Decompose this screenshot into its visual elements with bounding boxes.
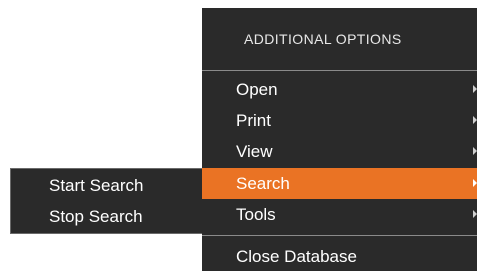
submenu-arrow-icon [473,147,477,155]
menu-item-label: Open [236,80,278,99]
menu-item-search[interactable]: Search [202,168,477,199]
submenu-item-label: Start Search [49,176,144,195]
submenu-item-stop-search[interactable]: Stop Search [11,202,202,232]
submenu-arrow-icon [473,210,477,218]
menu-divider-top [202,70,477,71]
menu-item-tools[interactable]: Tools [202,199,477,230]
submenu-arrow-icon [473,116,477,124]
menu-header: ADDITIONAL OPTIONS [244,31,402,47]
menu-stage: Start Search Stop Search ADDITIONAL OPTI… [0,0,477,271]
submenu-item-start-search[interactable]: Start Search [11,171,202,201]
menu-item-open[interactable]: Open [202,74,477,105]
additional-options-menu: ADDITIONAL OPTIONS Open Print View Searc… [202,8,477,271]
menu-item-print[interactable]: Print [202,105,477,136]
menu-item-label: Search [236,174,290,193]
search-submenu: Start Search Stop Search [10,168,202,234]
menu-item-view[interactable]: View [202,136,477,167]
menu-item-label: View [236,142,273,161]
menu-divider-bottom [202,235,477,236]
menu-item-label: Tools [236,205,276,224]
menu-item-close-database[interactable]: Close Database [202,241,477,271]
submenu-arrow-icon [473,179,477,187]
menu-item-label: Print [236,111,271,130]
submenu-item-label: Stop Search [49,207,143,226]
menu-item-label: Close Database [236,247,357,266]
submenu-arrow-icon [473,85,477,93]
